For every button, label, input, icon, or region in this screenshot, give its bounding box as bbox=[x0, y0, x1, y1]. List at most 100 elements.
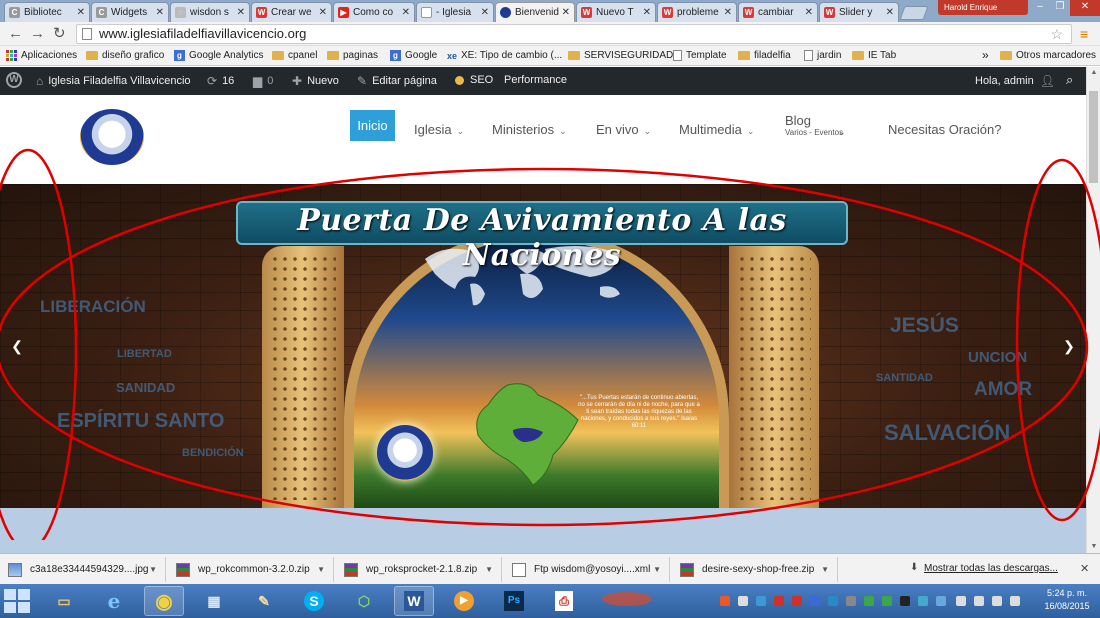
network-icon[interactable] bbox=[992, 596, 1002, 606]
nav-blog[interactable]: Blog⌄ bbox=[785, 113, 846, 137]
tab-problemas[interactable]: W probleme ✕ bbox=[657, 2, 737, 22]
tab-close-icon[interactable]: ✕ bbox=[156, 7, 164, 18]
hamburger-menu-icon[interactable]: ≡ bbox=[1080, 26, 1088, 42]
tray-icon[interactable] bbox=[720, 596, 730, 606]
tray-icon[interactable] bbox=[774, 596, 784, 606]
nav-inicio[interactable]: Inicio bbox=[350, 110, 395, 141]
back-icon[interactable]: ← bbox=[8, 25, 23, 43]
tab-close-icon[interactable]: ✕ bbox=[402, 7, 410, 18]
bookmark-template[interactable]: Template bbox=[673, 50, 727, 61]
tab-close-icon[interactable]: ✕ bbox=[319, 7, 327, 18]
wp-account[interactable]: Hola, admin 👤︎ bbox=[975, 74, 1055, 88]
address-bar[interactable]: www.iglesiafiladelfiavillavicencio.org ☆ bbox=[76, 24, 1072, 44]
bookmark-serviseguridad[interactable]: SERVISEGURIDAD bbox=[568, 50, 673, 61]
tab-close-icon[interactable]: ✕ bbox=[481, 7, 489, 18]
system-clock[interactable]: 5:24 p. m. 16/08/2015 bbox=[1037, 587, 1097, 613]
profile-badge[interactable]: Harold Enrique bbox=[938, 0, 1028, 15]
wordpress-logo-icon[interactable]: W bbox=[6, 72, 22, 88]
tab-close-icon[interactable]: ✕ bbox=[643, 7, 651, 18]
tray-icon[interactable] bbox=[900, 596, 910, 606]
wp-new[interactable]: ✚ Nuevo bbox=[292, 74, 339, 88]
nav-ministerios[interactable]: Ministerios ⌄ bbox=[492, 122, 567, 137]
chevron-down-icon[interactable]: ▼ bbox=[485, 565, 493, 574]
start-button[interactable] bbox=[4, 589, 30, 613]
bookmark-filadelfia[interactable]: filadelfia bbox=[738, 50, 791, 61]
tray-icon[interactable] bbox=[882, 596, 892, 606]
bookmark-aplicaciones[interactable]: Aplicaciones bbox=[6, 50, 77, 61]
tab-nuevo[interactable]: W Nuevo T ✕ bbox=[576, 2, 656, 22]
wp-seo[interactable]: SEO bbox=[455, 74, 493, 86]
battery-icon[interactable] bbox=[974, 596, 984, 606]
bookmark-paginas[interactable]: paginas bbox=[327, 50, 378, 61]
tray-icon[interactable] bbox=[792, 596, 802, 606]
chevron-down-icon[interactable]: ▼ bbox=[149, 565, 157, 574]
wp-edit-page[interactable]: ✎ Editar página bbox=[357, 74, 437, 88]
chevron-down-icon[interactable]: ▼ bbox=[317, 565, 325, 574]
tab-close-icon[interactable]: ✕ bbox=[805, 7, 813, 18]
paint-icon[interactable]: ✎ bbox=[244, 586, 284, 616]
tab-close-icon[interactable]: ✕ bbox=[77, 7, 85, 18]
tray-icon[interactable] bbox=[738, 596, 748, 606]
tab-como-co[interactable]: ▶ Como co ✕ bbox=[333, 2, 415, 22]
tray-icon[interactable] bbox=[936, 596, 946, 606]
tab-crear-web[interactable]: W Crear we ✕ bbox=[251, 2, 332, 22]
reload-icon[interactable]: ↻ bbox=[53, 25, 66, 43]
close-download-shelf-button[interactable]: ✕ bbox=[1080, 562, 1089, 575]
tray-icon[interactable] bbox=[918, 596, 928, 606]
nav-necesitas-oracion[interactable]: Necesitas Oración? bbox=[888, 122, 1001, 137]
download-item[interactable]: c3a18e33444594329....jpg ▼ bbox=[4, 557, 166, 582]
camtasia-icon[interactable]: ⬡ bbox=[344, 586, 384, 616]
media-player-icon[interactable]: ▶ bbox=[444, 586, 484, 616]
volume-icon[interactable] bbox=[1010, 596, 1020, 606]
download-item[interactable]: Ftp wisdom@yosoyi....xml ▼ bbox=[508, 557, 670, 582]
nav-multimedia[interactable]: Multimedia ⌄ bbox=[679, 122, 754, 137]
church-logo[interactable] bbox=[80, 109, 144, 165]
tab-wisdom[interactable]: ◌ wisdon s ✕ bbox=[170, 2, 250, 22]
bookmark-star-icon[interactable]: ☆ bbox=[1050, 25, 1063, 43]
bookmark-diseno-grafico[interactable]: diseño grafico bbox=[86, 50, 164, 61]
tab-close-icon[interactable]: ✕ bbox=[724, 7, 732, 18]
tray-icon[interactable] bbox=[956, 596, 966, 606]
wp-comments[interactable]: ▆ 0 bbox=[253, 74, 273, 88]
tray-icon[interactable] bbox=[846, 596, 856, 606]
scroll-up-icon[interactable]: ▲ bbox=[1087, 67, 1100, 79]
slider-prev-button[interactable]: ❮ bbox=[8, 338, 26, 355]
bookmark-xe[interactable]: xe XE: Tipo de cambio (... bbox=[447, 50, 562, 61]
tab-close-icon[interactable]: ✕ bbox=[562, 7, 570, 18]
tab-bienvenido[interactable]: Bienvenido ✕ bbox=[495, 2, 575, 22]
show-all-downloads-link[interactable]: Mostrar todas las descargas... bbox=[924, 563, 1058, 574]
tab-cambiar[interactable]: W cambiar ✕ bbox=[738, 2, 818, 22]
download-item[interactable]: wp_rokcommon-3.2.0.zip ▼ bbox=[172, 557, 334, 582]
wp-updates[interactable]: ⟳ 16 bbox=[207, 74, 234, 88]
bookmark-google-analytics[interactable]: g Google Analytics bbox=[174, 50, 264, 61]
chevron-down-icon[interactable]: ▼ bbox=[653, 565, 661, 574]
file-explorer-icon[interactable]: ▭ bbox=[44, 586, 84, 616]
pdf-icon[interactable]: ⎙ bbox=[544, 586, 584, 616]
bookmark-ie-tab[interactable]: IE Tab bbox=[852, 50, 896, 61]
wp-performance[interactable]: Performance bbox=[504, 74, 567, 86]
tray-icon[interactable] bbox=[756, 596, 766, 606]
nav-en-vivo[interactable]: En vivo ⌄ bbox=[596, 122, 651, 137]
page-scrollbar[interactable]: ▲ ▼ bbox=[1086, 67, 1100, 553]
minimize-button[interactable]: – bbox=[1030, 0, 1050, 16]
maximize-button[interactable]: ❐ bbox=[1050, 0, 1070, 16]
scroll-down-icon[interactable]: ▼ bbox=[1087, 541, 1100, 553]
chevron-down-icon[interactable]: ▼ bbox=[821, 565, 829, 574]
tray-icon[interactable] bbox=[864, 596, 874, 606]
tray-icon[interactable] bbox=[828, 596, 838, 606]
tab-slider[interactable]: W Slider y ✕ bbox=[819, 2, 899, 22]
hero-slider[interactable]: "...Tus Puertas estarán de continuo abie… bbox=[0, 184, 1086, 508]
tab-iglesia[interactable]: - Iglesia ✕ bbox=[416, 2, 494, 22]
bookmark-google[interactable]: g Google bbox=[390, 50, 437, 61]
tab-bibliotec[interactable]: C Bibliotec ✕ bbox=[4, 2, 90, 22]
bluetooth-icon[interactable] bbox=[810, 596, 820, 606]
skype-icon[interactable]: S bbox=[294, 586, 334, 616]
wp-site-name[interactable]: ⌂ Iglesia Filadelfia Villavicencio bbox=[36, 74, 191, 88]
photoshop-icon[interactable]: Ps bbox=[494, 586, 534, 616]
bookmark-jardin[interactable]: jardin bbox=[804, 50, 841, 61]
other-bookmarks[interactable]: Otros marcadores bbox=[1000, 50, 1096, 61]
calculator-icon[interactable]: ▦ bbox=[194, 586, 234, 616]
bookmark-cpanel[interactable]: cpanel bbox=[272, 50, 317, 61]
new-tab-button[interactable] bbox=[899, 6, 929, 20]
forward-icon[interactable]: → bbox=[30, 25, 45, 43]
